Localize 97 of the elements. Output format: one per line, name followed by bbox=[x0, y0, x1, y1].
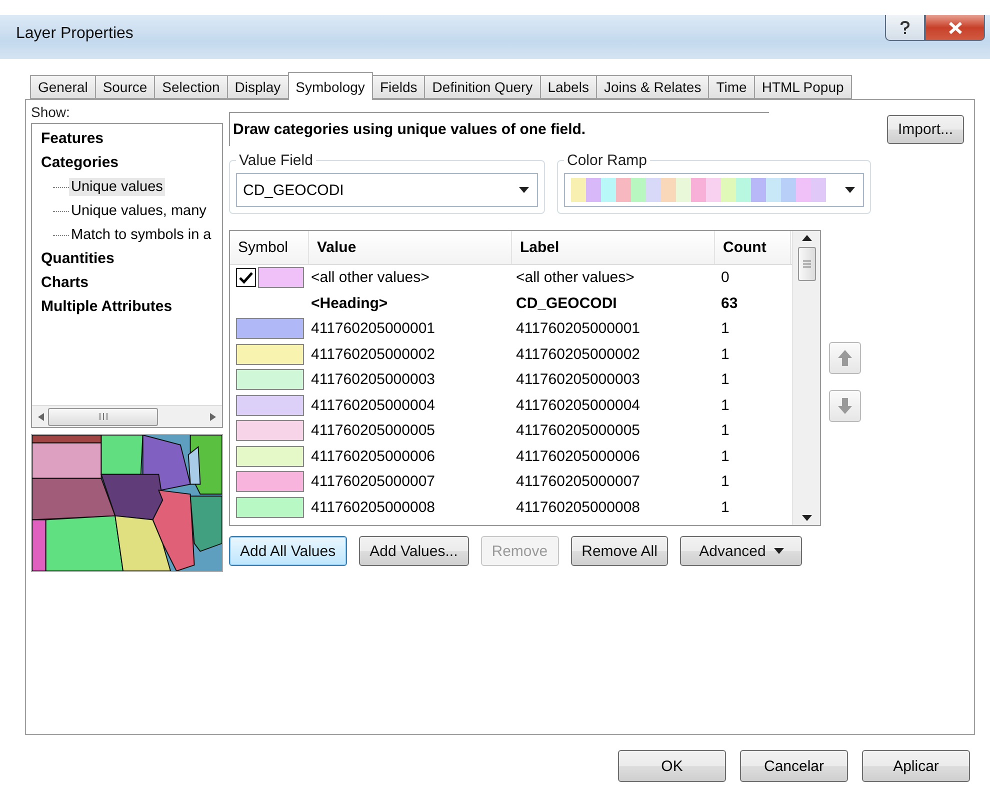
table-cell-text: 1 bbox=[720, 473, 730, 490]
table-cell-text: 0 bbox=[720, 269, 730, 286]
table-cell-text: 1 bbox=[720, 346, 730, 363]
table-cell-text: 411760205000005 bbox=[310, 422, 436, 440]
scroll-up-icon[interactable] bbox=[802, 235, 812, 241]
tab[interactable]: Labels bbox=[540, 75, 597, 99]
scroll-thumb[interactable] bbox=[798, 247, 816, 281]
table-cell-text: 411760205000002 bbox=[310, 346, 436, 363]
table-cell-text: <all other values> bbox=[310, 269, 430, 286]
action-button[interactable]: Add All Values bbox=[229, 536, 347, 566]
table-cell-text: 411760205000006 bbox=[515, 448, 642, 465]
value-field-label: Value Field bbox=[238, 152, 314, 169]
tab[interactable]: Display bbox=[226, 75, 289, 99]
table-cell-text: 1 bbox=[720, 422, 730, 440]
move-up-button[interactable] bbox=[829, 342, 861, 374]
column-header[interactable]: Symbol bbox=[230, 231, 309, 264]
scroll-left-icon[interactable] bbox=[38, 412, 44, 420]
help-icon bbox=[900, 20, 910, 34]
table-cell-text: 1 bbox=[720, 498, 730, 516]
symbol-swatch[interactable] bbox=[236, 369, 304, 390]
table-cell-text: 411760205000002 bbox=[515, 346, 642, 363]
tree-item[interactable]: Unique values, many bbox=[69, 202, 208, 220]
tab[interactable]: Definition Query bbox=[424, 75, 541, 99]
checkbox[interactable] bbox=[236, 268, 256, 288]
description-text: Draw categories using unique values of one field. bbox=[229, 112, 769, 146]
tab[interactable]: Source bbox=[94, 75, 156, 99]
tab[interactable]: Fields bbox=[372, 75, 426, 99]
dialog-button[interactable]: OK bbox=[618, 750, 726, 782]
help-button[interactable] bbox=[885, 15, 925, 41]
symbol-swatch[interactable] bbox=[236, 471, 304, 492]
scroll-right-icon[interactable] bbox=[210, 412, 216, 420]
tree-item[interactable]: Unique values bbox=[69, 178, 165, 196]
dialog-button[interactable]: Aplicar bbox=[862, 750, 970, 782]
table-cell-text: 411760205000008 bbox=[515, 498, 642, 516]
color-ramp-label: Color Ramp bbox=[566, 152, 648, 169]
arrow-up-icon bbox=[837, 349, 853, 367]
table-cell-text: 411760205000007 bbox=[310, 473, 436, 490]
symbol-swatch[interactable] bbox=[236, 318, 304, 340]
table-cell-text: 1 bbox=[720, 320, 730, 338]
tree-item[interactable]: Multiple Attributes bbox=[41, 295, 172, 319]
symbol-swatch[interactable] bbox=[236, 344, 304, 365]
column-header[interactable]: Value bbox=[309, 231, 512, 264]
window-title: Layer Properties bbox=[16, 25, 134, 43]
tree-item[interactable]: Categories bbox=[41, 151, 119, 175]
table-cell-text: 411760205000008 bbox=[310, 498, 436, 516]
table-cell-text: 411760205000004 bbox=[515, 396, 642, 414]
close-icon bbox=[948, 22, 962, 34]
table-cell-text: 411760205000007 bbox=[515, 473, 642, 490]
scroll-down-icon[interactable] bbox=[802, 515, 812, 521]
dropdown-arrow-icon[interactable] bbox=[519, 187, 529, 193]
tree-item[interactable]: Quantities bbox=[41, 247, 114, 271]
import-button[interactable]: Import... bbox=[886, 114, 964, 144]
table-cell-text: <Heading> bbox=[310, 294, 389, 312]
tab[interactable]: Time bbox=[708, 75, 755, 99]
show-label: Show: bbox=[31, 104, 71, 120]
table-cell-text: 411760205000001 bbox=[515, 320, 642, 338]
vertical-scrollbar[interactable] bbox=[792, 231, 820, 525]
table-cell-text: 1 bbox=[720, 448, 730, 465]
tree-item[interactable]: Charts bbox=[41, 271, 89, 295]
move-down-button[interactable] bbox=[829, 390, 861, 422]
table-cell-text: 411760205000003 bbox=[515, 371, 642, 388]
table-cell-text: 411760205000001 bbox=[310, 320, 436, 338]
table-cell-text: 411760205000003 bbox=[310, 371, 436, 388]
column-header[interactable]: Label bbox=[512, 231, 715, 264]
tree-item[interactable]: Features bbox=[41, 127, 104, 151]
close-button[interactable] bbox=[925, 15, 985, 41]
symbol-swatch[interactable] bbox=[236, 394, 304, 416]
color-ramp-dropdown[interactable] bbox=[564, 173, 864, 207]
action-button[interactable]: Advanced bbox=[680, 536, 802, 566]
symbol-swatch[interactable] bbox=[236, 420, 304, 442]
table-cell-text: CD_GEOCODI bbox=[515, 294, 618, 312]
horizontal-scrollbar[interactable] bbox=[32, 405, 222, 427]
scroll-thumb[interactable] bbox=[48, 408, 158, 426]
tab[interactable]: Symbology bbox=[288, 72, 373, 100]
table-cell-text: 411760205000006 bbox=[310, 448, 436, 465]
value-field-dropdown[interactable]: CD_GEOCODI bbox=[236, 173, 538, 207]
table-cell-text: 1 bbox=[720, 371, 730, 388]
dropdown-arrow-icon[interactable] bbox=[845, 187, 855, 193]
table-cell-text: 63 bbox=[720, 294, 739, 312]
table-cell-text: 411760205000004 bbox=[310, 396, 436, 414]
tab[interactable]: Joins & Relates bbox=[596, 75, 710, 99]
dialog-button[interactable]: Cancelar bbox=[740, 750, 848, 782]
tab[interactable]: HTML Popup bbox=[754, 75, 852, 99]
symbol-swatch[interactable] bbox=[258, 267, 304, 288]
tree-item[interactable]: Match to symbols in a bbox=[69, 226, 214, 244]
table-cell-text: <all other values> bbox=[515, 269, 636, 286]
symbol-swatch[interactable] bbox=[236, 496, 304, 518]
table-cell-text: 411760205000005 bbox=[515, 422, 642, 440]
symbol-swatch[interactable] bbox=[236, 446, 304, 467]
arrow-down-icon bbox=[837, 397, 853, 415]
action-button[interactable]: Remove All bbox=[570, 536, 668, 566]
tab[interactable]: Selection bbox=[154, 75, 228, 99]
dropdown-arrow-icon[interactable] bbox=[774, 548, 784, 554]
action-button[interactable]: Add Values... bbox=[358, 536, 469, 566]
tab[interactable]: General bbox=[30, 75, 96, 99]
table-cell-text: 1 bbox=[720, 396, 730, 414]
column-header[interactable]: Count bbox=[715, 231, 791, 264]
